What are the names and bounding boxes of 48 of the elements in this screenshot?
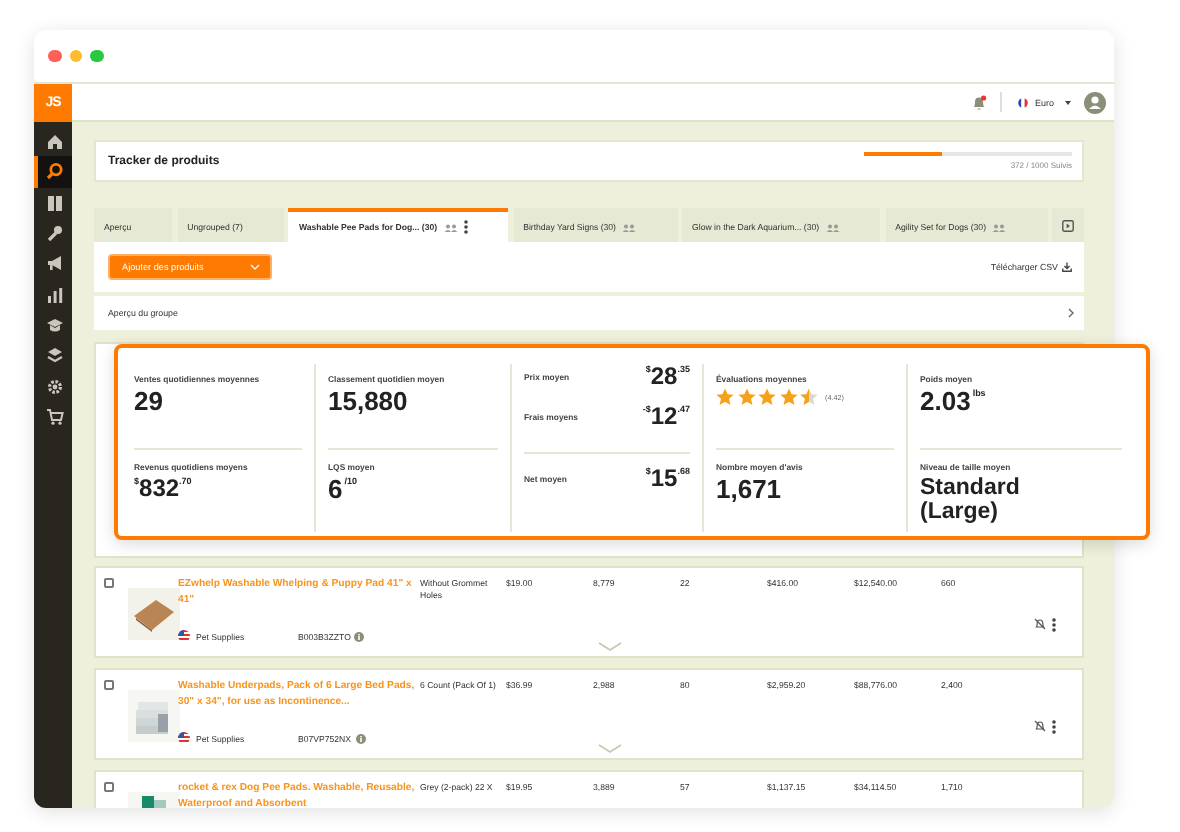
stat-value: 12: [650, 404, 678, 430]
chevron-right-icon: [1068, 308, 1074, 318]
search-icon[interactable]: [46, 162, 64, 181]
stat-value: Standard (Large): [920, 476, 1022, 524]
megaphone-icon[interactable]: [46, 254, 64, 273]
people-icon: [443, 223, 458, 231]
star-icon: [758, 388, 776, 406]
people-icon: [992, 223, 1006, 231]
stat-value: 2.03: [920, 388, 971, 416]
avatar-icon[interactable]: [1084, 91, 1106, 113]
people-icon: [825, 223, 840, 231]
chevron-down-icon: [250, 264, 260, 270]
download-icon: [1062, 262, 1072, 272]
flag-icon: [178, 630, 190, 642]
caret-icon: [1064, 99, 1072, 105]
flag-icon: [178, 732, 190, 744]
people-icon: [622, 223, 636, 231]
home-icon[interactable]: [46, 132, 64, 151]
star-icon: [800, 388, 818, 406]
stat-value: 6: [328, 476, 343, 504]
stat-value: 1,671: [716, 476, 784, 504]
star-icon: [737, 388, 755, 406]
checkbox[interactable]: [104, 578, 114, 588]
bell-icon[interactable]: [970, 93, 989, 111]
layers-icon[interactable]: [46, 346, 64, 365]
columns-icon[interactable]: [46, 193, 64, 212]
kebab-icon[interactable]: [463, 220, 468, 234]
info-icon[interactable]: [354, 631, 365, 641]
bell-off-icon[interactable]: [1034, 618, 1046, 630]
stat-value: 29: [134, 388, 165, 416]
star-icon: [716, 388, 734, 406]
bell-off-icon[interactable]: [1034, 720, 1046, 732]
checkbox[interactable]: [104, 680, 114, 690]
add-tab-icon[interactable]: [1062, 219, 1075, 231]
wrench-icon[interactable]: [46, 224, 64, 243]
cart-icon[interactable]: [46, 407, 64, 426]
graduation-cap-icon[interactable]: [46, 315, 64, 334]
flag-icon: [1018, 97, 1029, 107]
close-button[interactable]: [48, 49, 61, 63]
settings-icon[interactable]: [46, 377, 64, 396]
info-icon[interactable]: [355, 733, 366, 743]
stat-value: 15,880: [328, 388, 410, 416]
star-icon: [779, 388, 797, 406]
stat-value: 28: [650, 364, 678, 390]
stat-value: 15: [650, 466, 678, 492]
stat-value: 832: [139, 476, 180, 502]
checkbox[interactable]: [104, 782, 114, 792]
bar-chart-icon[interactable]: [46, 285, 64, 304]
